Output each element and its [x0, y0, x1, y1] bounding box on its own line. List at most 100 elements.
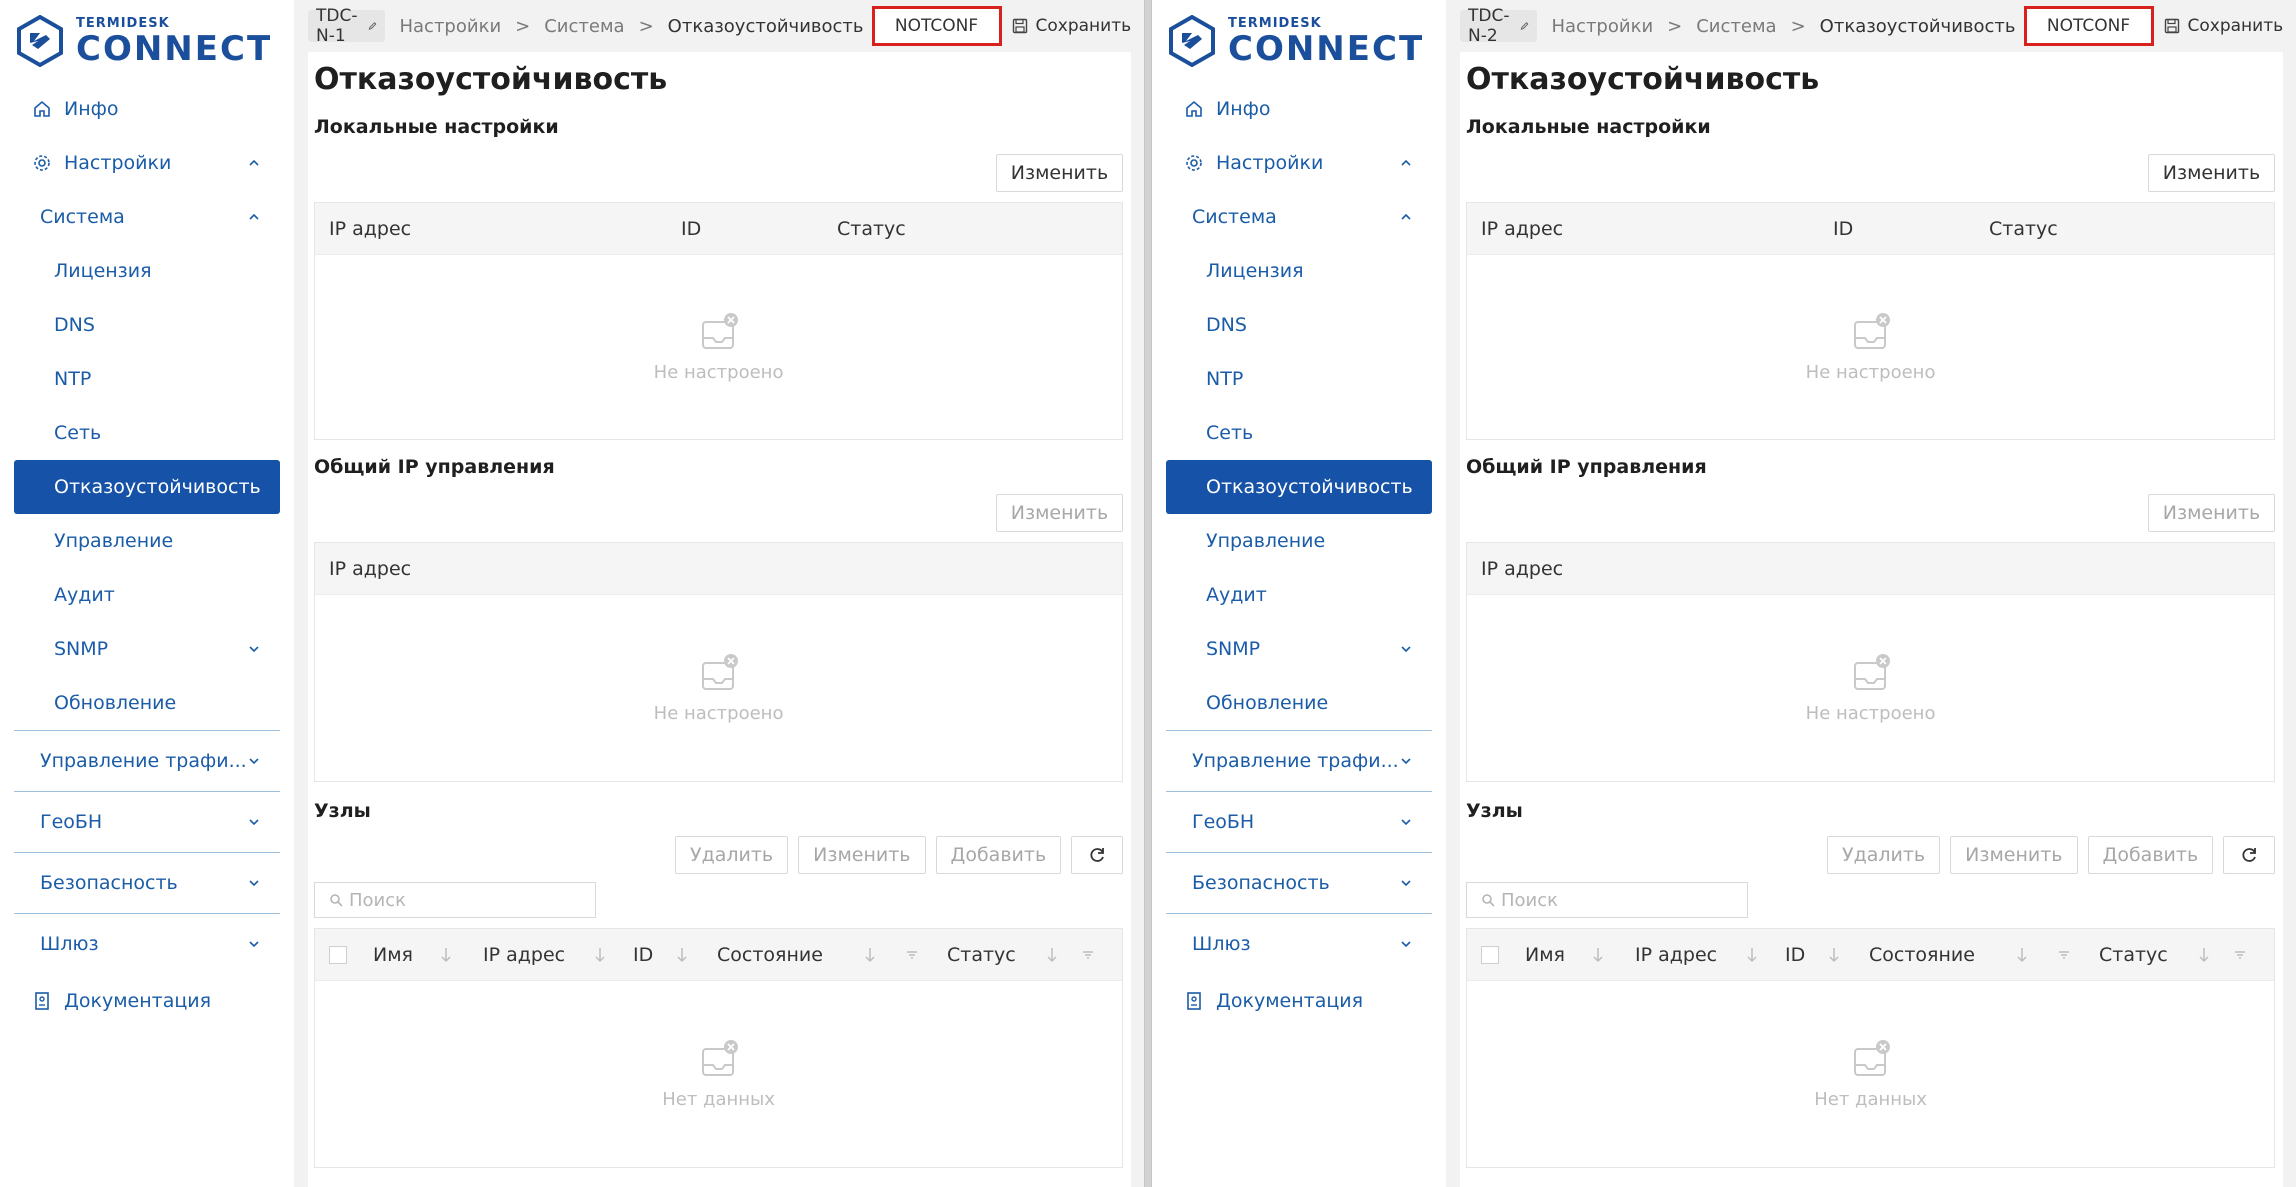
- sidebar-item-traffic[interactable]: Управление трафи...: [14, 731, 280, 791]
- filter-icon[interactable]: [905, 929, 919, 981]
- filter-icon[interactable]: [2057, 929, 2071, 981]
- column-header[interactable]: ID: [633, 929, 653, 981]
- sidebar-item-label: Настройки: [1216, 152, 1324, 174]
- edit-local-button[interactable]: Изменить: [995, 154, 1124, 192]
- sort-icon[interactable]: [1827, 929, 1841, 981]
- column-header[interactable]: Состояние: [1869, 929, 1975, 981]
- sidebar-item-geobn[interactable]: ГеоБН: [1166, 792, 1432, 852]
- sort-icon[interactable]: [593, 929, 607, 981]
- sidebar-item-label: Безопасность: [1192, 872, 1330, 894]
- sidebar-item-system[interactable]: Система: [1166, 190, 1432, 244]
- sidebar-item-network[interactable]: Сеть: [1166, 406, 1432, 460]
- column-header[interactable]: Статус: [2099, 929, 2168, 981]
- sidebar-item-license[interactable]: Лицензия: [14, 244, 280, 298]
- sidebar-item-ntp[interactable]: NTP: [1166, 352, 1432, 406]
- save-button[interactable]: Сохранить: [2164, 16, 2283, 36]
- sort-icon[interactable]: [1045, 929, 1059, 981]
- sidebar-item-dns[interactable]: DNS: [1166, 298, 1432, 352]
- sidebar-item-docs[interactable]: Документация: [14, 974, 280, 1028]
- node-name-tag[interactable]: TDC-N-1: [308, 6, 386, 46]
- sidebar-item-gateway[interactable]: Шлюз: [14, 914, 280, 974]
- save-button[interactable]: Сохранить: [1012, 16, 1131, 36]
- select-all-checkbox[interactable]: [1481, 929, 1499, 981]
- sidebar-item-failover[interactable]: Отказоустойчивость: [1166, 460, 1432, 514]
- sidebar-item-ntp[interactable]: NTP: [14, 352, 280, 406]
- pencil-icon[interactable]: [368, 19, 377, 33]
- column-header: IP адрес: [329, 218, 412, 240]
- search-input[interactable]: Поиск: [314, 882, 596, 918]
- sidebar-item-traffic[interactable]: Управление трафи...: [1166, 731, 1432, 791]
- node-name-tag[interactable]: TDC-N-2: [1460, 6, 1538, 46]
- sidebar-item-info[interactable]: Инфо: [1166, 82, 1432, 136]
- chevron-up-icon: [1401, 159, 1411, 166]
- sidebar-item-dns[interactable]: DNS: [14, 298, 280, 352]
- pane-right: TERMIDESK CONNECT Инфо Настройки Система: [1152, 0, 2296, 1187]
- sidebar-item-snmp[interactable]: SNMP: [14, 622, 280, 676]
- breadcrumb-item[interactable]: Система: [544, 16, 624, 37]
- main-area: TDC-N-1 Настройки > Система > Отказоусто…: [294, 0, 1144, 1187]
- sidebar-item-license[interactable]: Лицензия: [1166, 244, 1432, 298]
- edit-node-button[interactable]: Изменить: [798, 836, 926, 874]
- search-input[interactable]: Поиск: [1466, 882, 1748, 918]
- select-all-checkbox[interactable]: [329, 929, 347, 981]
- sidebar-item-network[interactable]: Сеть: [14, 406, 280, 460]
- sort-icon[interactable]: [439, 929, 453, 981]
- sidebar-item-settings[interactable]: Настройки: [14, 136, 280, 190]
- sort-icon[interactable]: [675, 929, 689, 981]
- pane-divider[interactable]: [1144, 0, 1152, 1187]
- node-name: TDC-N-1: [316, 6, 358, 46]
- sort-icon[interactable]: [2015, 929, 2029, 981]
- column-header[interactable]: Состояние: [717, 929, 823, 981]
- sidebar-item-security[interactable]: Безопасность: [1166, 853, 1432, 913]
- sidebar-item-update[interactable]: Обновление: [1166, 676, 1432, 730]
- logo[interactable]: TERMIDESK CONNECT: [14, 0, 280, 82]
- delete-node-button[interactable]: Удалить: [675, 836, 789, 874]
- sort-icon[interactable]: [1745, 929, 1759, 981]
- sidebar-item-update[interactable]: Обновление: [14, 676, 280, 730]
- sidebar-item-management[interactable]: Управление: [14, 514, 280, 568]
- chevron-down-icon: [1401, 758, 1411, 765]
- pencil-icon[interactable]: [1520, 19, 1529, 33]
- breadcrumb-item[interactable]: Настройки: [1551, 16, 1653, 37]
- filter-icon[interactable]: [1081, 929, 1095, 981]
- sidebar-item-failover[interactable]: Отказоустойчивость: [14, 460, 280, 514]
- sort-icon[interactable]: [2197, 929, 2211, 981]
- column-header[interactable]: Имя: [373, 929, 413, 981]
- cluster-status-badge[interactable]: NOTCONF: [2023, 6, 2154, 46]
- refresh-button[interactable]: [2223, 836, 2276, 874]
- filter-icon[interactable]: [2233, 929, 2247, 981]
- add-node-button[interactable]: Добавить: [2087, 836, 2214, 874]
- sidebar-item-system[interactable]: Система: [14, 190, 280, 244]
- edit-mgmt-button[interactable]: Изменить: [2147, 494, 2276, 532]
- sort-icon[interactable]: [863, 929, 877, 981]
- breadcrumb-item[interactable]: Настройки: [399, 16, 501, 37]
- edit-mgmt-button[interactable]: Изменить: [995, 494, 1124, 532]
- sidebar-item-management[interactable]: Управление: [1166, 514, 1432, 568]
- column-header[interactable]: IP адрес: [1635, 929, 1717, 981]
- brand-big-text: CONNECT: [1228, 28, 1425, 69]
- refresh-button[interactable]: [1071, 836, 1124, 874]
- sidebar-item-gateway[interactable]: Шлюз: [1166, 914, 1432, 974]
- sidebar-item-security[interactable]: Безопасность: [14, 853, 280, 913]
- sidebar: TERMIDESK CONNECT Инфо Настройки Система: [1152, 0, 1446, 1187]
- sidebar-item-settings[interactable]: Настройки: [1166, 136, 1432, 190]
- edit-node-button[interactable]: Изменить: [1950, 836, 2078, 874]
- sidebar-item-geobn[interactable]: ГеоБН: [14, 792, 280, 852]
- delete-node-button[interactable]: Удалить: [1827, 836, 1941, 874]
- sidebar-item-audit[interactable]: Аудит: [14, 568, 280, 622]
- sort-icon[interactable]: [1591, 929, 1605, 981]
- sidebar-item-docs[interactable]: Документация: [1166, 974, 1432, 1028]
- column-header[interactable]: Статус: [947, 929, 1016, 981]
- edit-local-button[interactable]: Изменить: [2147, 154, 2276, 192]
- column-header[interactable]: IP адрес: [483, 929, 565, 981]
- sidebar-item-audit[interactable]: Аудит: [1166, 568, 1432, 622]
- add-node-button[interactable]: Добавить: [935, 836, 1062, 874]
- sidebar-item-snmp[interactable]: SNMP: [1166, 622, 1432, 676]
- logo[interactable]: TERMIDESK CONNECT: [1166, 0, 1432, 82]
- cluster-status-badge[interactable]: NOTCONF: [871, 6, 1002, 46]
- document-icon: [32, 991, 52, 1011]
- column-header[interactable]: Имя: [1525, 929, 1565, 981]
- sidebar-item-info[interactable]: Инфо: [14, 82, 280, 136]
- column-header[interactable]: ID: [1785, 929, 1805, 981]
- breadcrumb-item[interactable]: Система: [1696, 16, 1776, 37]
